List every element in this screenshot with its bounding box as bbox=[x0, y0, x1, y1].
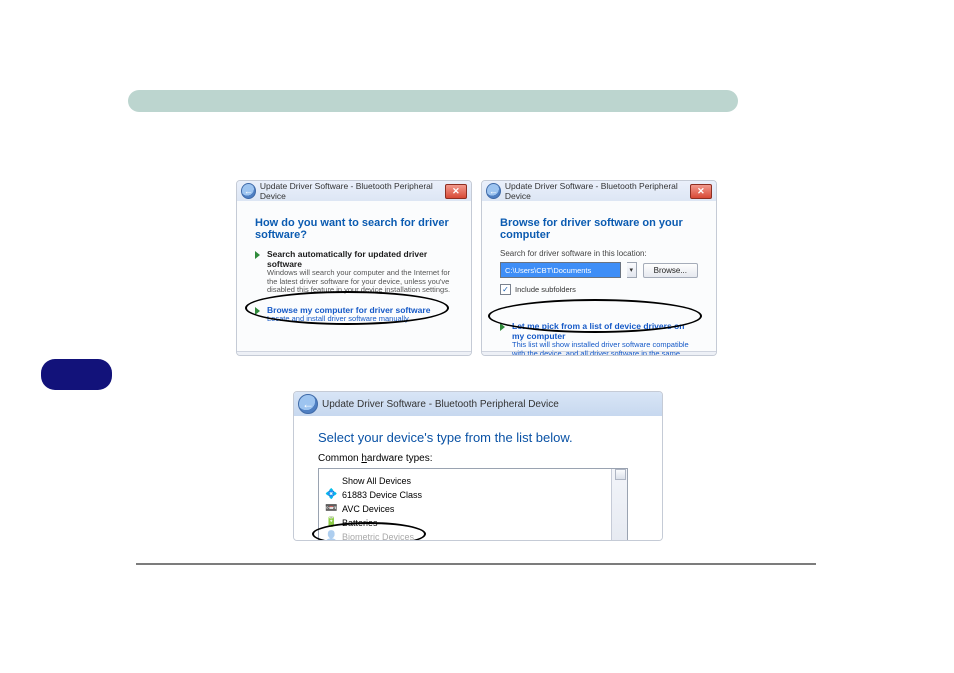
device-icon: 📼 bbox=[325, 503, 337, 515]
option-pick-from-list[interactable]: Let me pick from a list of device driver… bbox=[500, 321, 698, 356]
titlebar: ← Update Driver Software - Bluetooth Per… bbox=[294, 392, 662, 416]
device-icon: 💠 bbox=[325, 489, 337, 501]
battery-icon: 🔋 bbox=[325, 517, 337, 529]
checkmark-icon: ✓ bbox=[500, 284, 511, 295]
list-item[interactable]: Show All Devices bbox=[325, 474, 621, 488]
window-body: How do you want to search for driver sof… bbox=[237, 201, 471, 351]
back-icon[interactable]: ← bbox=[298, 394, 318, 414]
option-desc: Windows will search your computer and th… bbox=[267, 269, 453, 295]
window-title: Update Driver Software - Bluetooth Perip… bbox=[322, 399, 559, 410]
list-item-label: Biometric Devices bbox=[342, 532, 414, 541]
search-location-label: Search for driver software in this locat… bbox=[500, 249, 698, 258]
update-driver-window-3: ← Update Driver Software - Bluetooth Per… bbox=[293, 391, 663, 541]
header-pill bbox=[128, 90, 738, 112]
list-item-label: Batteries bbox=[342, 518, 378, 528]
option-browse-computer[interactable]: Browse my computer for driver software L… bbox=[255, 305, 453, 324]
list-item[interactable]: 📼 AVC Devices bbox=[325, 502, 621, 516]
scrollbar[interactable] bbox=[611, 469, 627, 541]
option-title: Let me pick from a list of device driver… bbox=[512, 321, 698, 341]
option-desc: Locate and install driver software manua… bbox=[267, 315, 453, 324]
list-item-label: AVC Devices bbox=[342, 504, 394, 514]
browse-button[interactable]: Browse... bbox=[643, 263, 698, 278]
window-body: Select your device's type from the list … bbox=[294, 416, 662, 541]
common-hardware-label: Common hardware types: bbox=[318, 453, 638, 464]
close-icon[interactable]: ✕ bbox=[445, 184, 467, 199]
path-input[interactable]: C:\Users\CBT\Documents bbox=[500, 262, 621, 278]
device-icon bbox=[325, 475, 337, 487]
list-item-label: Show All Devices bbox=[342, 476, 411, 486]
button-bar: Cancel bbox=[237, 351, 471, 356]
window-title: Update Driver Software - Bluetooth Perip… bbox=[260, 181, 445, 201]
checkbox-label: Include subfolders bbox=[515, 285, 576, 294]
heading-browse: Browse for driver software on your compu… bbox=[500, 217, 698, 241]
back-icon[interactable]: ← bbox=[486, 183, 501, 199]
path-row: C:\Users\CBT\Documents ▾ Browse... bbox=[500, 262, 698, 278]
window-title: Update Driver Software - Bluetooth Perip… bbox=[505, 181, 690, 201]
footer-divider bbox=[136, 563, 816, 565]
device-type-list[interactable]: Show All Devices 💠 61883 Device Class 📼 … bbox=[318, 468, 628, 541]
list-item-label: 61883 Device Class bbox=[342, 490, 422, 500]
side-blue-pill bbox=[41, 359, 112, 390]
heading-search-method: How do you want to search for driver sof… bbox=[255, 217, 453, 241]
device-icon: 👤 bbox=[325, 531, 337, 541]
back-icon[interactable]: ← bbox=[241, 183, 256, 199]
window-body: Browse for driver software on your compu… bbox=[482, 201, 716, 351]
option-auto-search[interactable]: Search automatically for updated driver … bbox=[255, 249, 453, 295]
list-item[interactable]: 🔋 Batteries bbox=[325, 516, 621, 530]
include-subfolders-checkbox[interactable]: ✓ Include subfolders bbox=[500, 284, 698, 295]
titlebar: ← Update Driver Software - Bluetooth Per… bbox=[482, 181, 716, 201]
option-desc: This list will show installed driver sof… bbox=[512, 341, 698, 356]
list-item[interactable]: 👤 Biometric Devices bbox=[325, 530, 621, 541]
update-driver-window-1: ← Update Driver Software - Bluetooth Per… bbox=[236, 180, 472, 356]
chevron-down-icon[interactable]: ▾ bbox=[627, 262, 637, 278]
option-title: Search automatically for updated driver … bbox=[267, 249, 453, 269]
close-icon[interactable]: ✕ bbox=[690, 184, 712, 199]
heading-select-type: Select your device's type from the list … bbox=[318, 430, 638, 445]
list-item[interactable]: 💠 61883 Device Class bbox=[325, 488, 621, 502]
update-driver-window-2: ← Update Driver Software - Bluetooth Per… bbox=[481, 180, 717, 356]
titlebar: ← Update Driver Software - Bluetooth Per… bbox=[237, 181, 471, 201]
